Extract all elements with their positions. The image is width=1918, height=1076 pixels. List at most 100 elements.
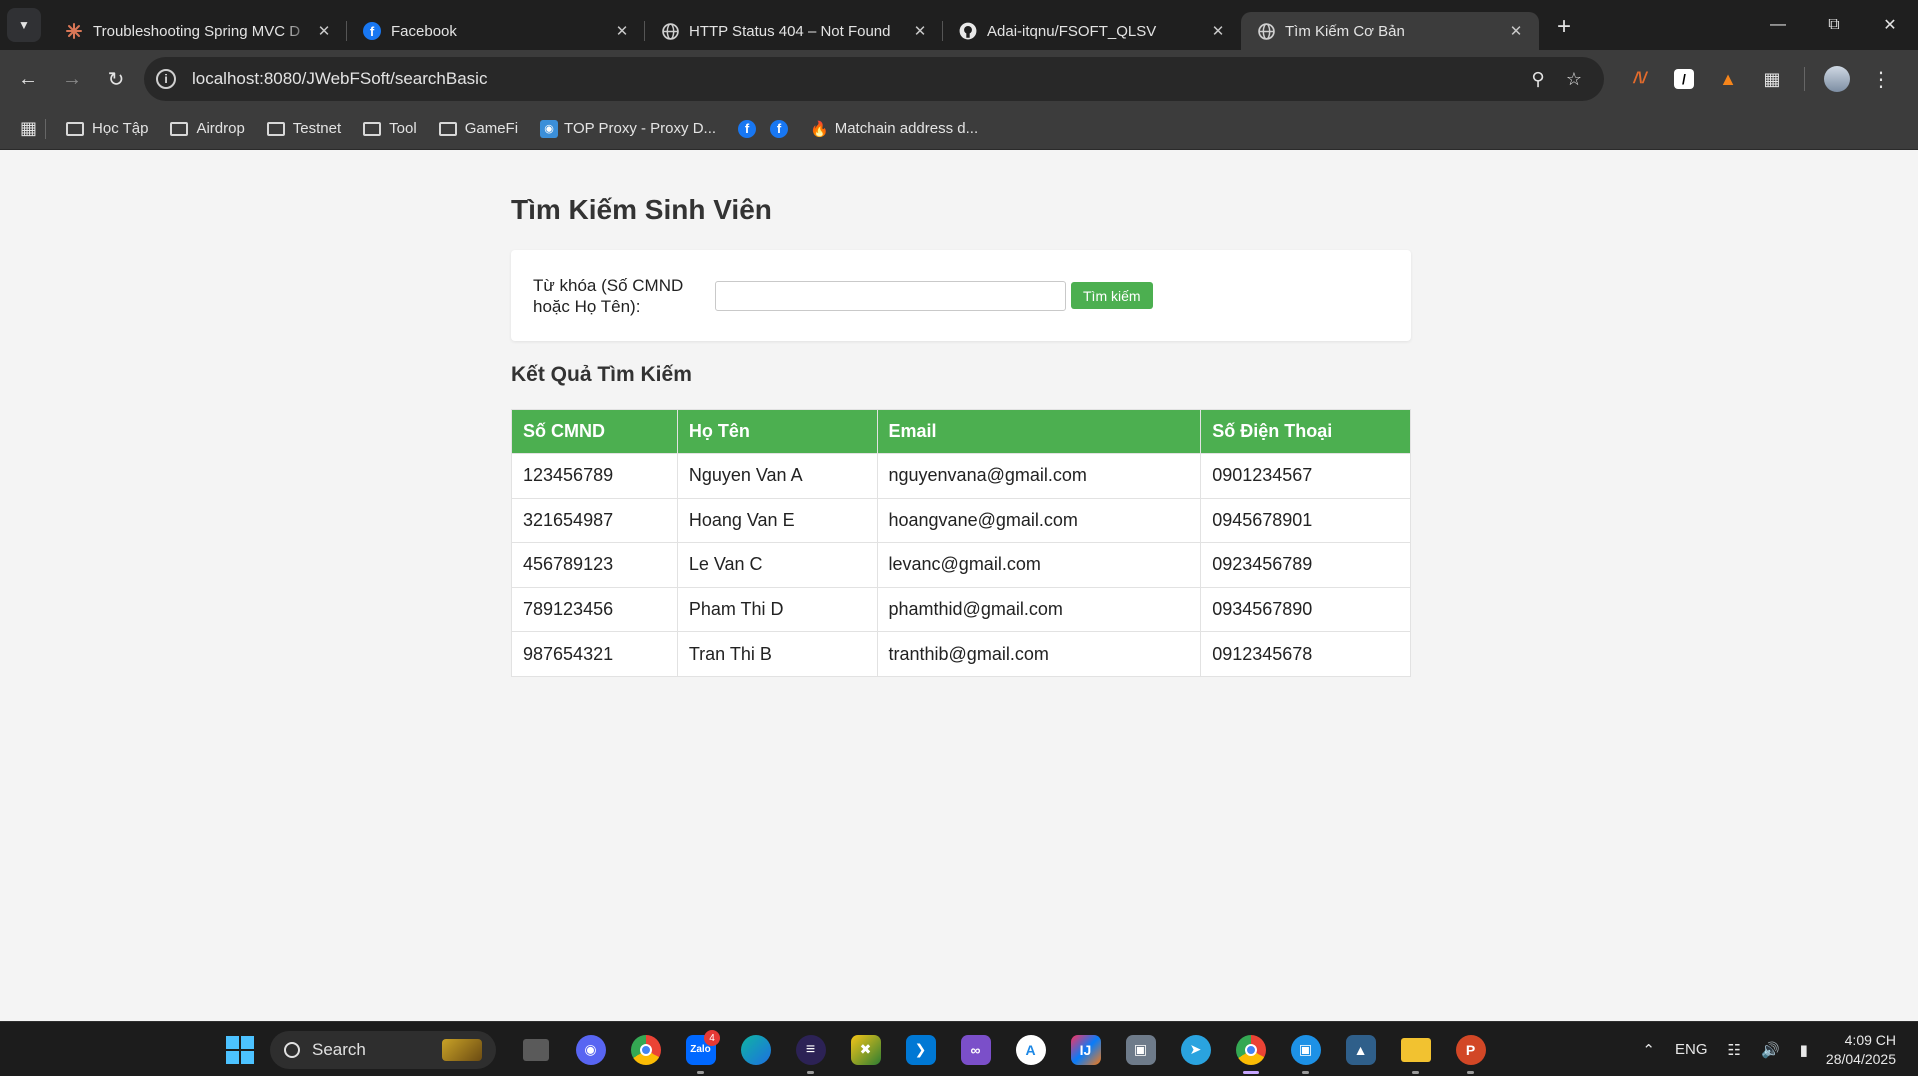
name-cell: Pham Thi D xyxy=(676,586,878,633)
zalo-icon[interactable]: Zalo 4 xyxy=(673,1022,728,1076)
windows-start-icon[interactable] xyxy=(226,1035,254,1064)
bookmark-facebook[interactable]: f xyxy=(770,119,789,138)
bookmark-label: Học Tập xyxy=(92,120,149,137)
tool-icon[interactable]: ✖ xyxy=(838,1022,893,1076)
tab-title: Tìm Kiếm Cơ Bản xyxy=(1285,22,1405,40)
clock-date: 28/04/2025 xyxy=(1825,1050,1896,1067)
bookmark-folder[interactable]: Testnet xyxy=(266,120,342,137)
close-icon[interactable]: ✕ xyxy=(1209,22,1227,40)
address-bar[interactable]: i localhost:8080/JWebFSoft/searchBasic ⚲… xyxy=(144,57,1604,101)
search-form: Từ khóa (Số CMND hoặc Họ Tên): Tìm kiếm xyxy=(511,250,1411,341)
windows-app-icon[interactable]: ▣ xyxy=(1113,1022,1168,1076)
page-title: Tìm Kiếm Sinh Viên xyxy=(511,194,772,225)
url-text[interactable]: localhost:8080/JWebFSoft/searchBasic xyxy=(192,69,1520,89)
phone-cell: 0923456789 xyxy=(1200,542,1411,588)
close-icon[interactable]: ✕ xyxy=(613,22,631,40)
app-store-icon[interactable]: A xyxy=(1003,1022,1058,1076)
search-icon xyxy=(284,1041,300,1058)
tab-troubleshooting[interactable]: Troubleshooting Spring MVC D ✕ xyxy=(49,12,347,50)
reload-icon[interactable]: ↻ xyxy=(94,57,138,101)
minimize-icon[interactable]: — xyxy=(1750,0,1806,50)
tab-title: Troubleshooting Spring MVC D xyxy=(93,22,301,40)
close-icon[interactable]: ✕ xyxy=(315,22,333,40)
bookmark-link[interactable]: ◉ TOP Proxy - Proxy D... xyxy=(540,119,716,138)
email-cell: hoangvane@gmail.com xyxy=(876,497,1202,544)
extension-icon[interactable]: / xyxy=(1662,69,1706,89)
apps-grid-icon[interactable]: ▦ xyxy=(20,118,37,139)
tab-facebook[interactable]: f Facebook ✕ xyxy=(347,12,645,50)
cmnd-cell: 456789123 xyxy=(511,542,678,588)
new-tab-button[interactable]: + xyxy=(1557,13,1571,41)
back-icon[interactable]: ← xyxy=(6,57,50,101)
profile-avatar[interactable] xyxy=(1815,66,1859,92)
site-info-icon[interactable]: i xyxy=(156,69,176,89)
bookmark-facebook[interactable]: f xyxy=(738,119,757,138)
docker-icon[interactable]: ▣ xyxy=(1278,1022,1333,1076)
menu-icon[interactable]: ⋮ xyxy=(1859,67,1903,92)
battery-icon[interactable]: ▮ xyxy=(1800,1041,1808,1059)
discord-icon[interactable]: ◉ xyxy=(563,1022,618,1076)
search-highlight-image xyxy=(442,1038,482,1061)
bookmark-link[interactable]: 🔥 Matchain address d... xyxy=(810,120,978,138)
name-cell: Hoang Van E xyxy=(676,497,878,544)
star-icon[interactable]: ☆ xyxy=(1556,69,1592,90)
metamask-icon[interactable]: ▲ xyxy=(1706,69,1750,90)
bookmark-folder[interactable]: Airdrop xyxy=(170,120,245,137)
results-table: Số CMND Họ Tên Email Số Điện Thoại 12345… xyxy=(511,409,1411,677)
tab-search-button[interactable]: ▼ xyxy=(7,8,41,42)
close-icon[interactable]: ✕ xyxy=(911,22,929,40)
bookmark-folder[interactable]: GameFi xyxy=(438,120,518,137)
eclipse-icon[interactable]: ≡ xyxy=(783,1022,838,1076)
task-view-icon[interactable] xyxy=(508,1022,563,1076)
column-header: Họ Tên xyxy=(676,409,878,454)
extensions-puzzle-icon[interactable]: ▦ xyxy=(1750,69,1794,90)
visual-studio-icon[interactable]: ∞ xyxy=(948,1022,1003,1076)
bookmark-folder[interactable]: Tool xyxy=(363,120,417,137)
email-cell: levanc@gmail.com xyxy=(876,542,1202,588)
column-header: Số Điện Thoại xyxy=(1200,409,1411,454)
intellij-icon[interactable]: IJ xyxy=(1058,1022,1113,1076)
bookmark-label: Tool xyxy=(389,120,417,137)
table-row: 789123456 Pham Thi D phamthid@gmail.com … xyxy=(511,586,1411,633)
edge-icon[interactable] xyxy=(728,1022,783,1076)
sql-developer-icon[interactable]: ▲ xyxy=(1333,1022,1388,1076)
cmnd-cell: 789123456 xyxy=(511,586,678,633)
browser-toolbar: ← → ↻ i localhost:8080/JWebFSoft/searchB… xyxy=(0,50,1918,108)
close-window-icon[interactable]: ✕ xyxy=(1862,0,1918,50)
chrome-profile-icon[interactable] xyxy=(1223,1022,1278,1076)
github-icon xyxy=(959,22,977,40)
forward-icon[interactable]: → xyxy=(50,57,94,101)
bookmark-label: Testnet xyxy=(292,120,342,137)
search-input[interactable] xyxy=(715,280,1066,311)
name-cell: Tran Thi B xyxy=(676,631,878,677)
search-container: Tìm Kiếm Sinh Viên Từ khóa (Số CMND hoặc… xyxy=(511,150,1411,677)
tab-http-404[interactable]: HTTP Status 404 – Not Found ✕ xyxy=(645,12,943,50)
tab-github[interactable]: Adai-itqnu/FSOFT_QLSV ✕ xyxy=(943,12,1241,50)
facebook-icon: f xyxy=(770,119,789,138)
clock[interactable]: 4:09 CH 28/04/2025 xyxy=(1826,1031,1896,1069)
volume-icon[interactable]: 🔊 xyxy=(1761,1041,1780,1059)
search-button[interactable]: Tìm kiếm xyxy=(1071,282,1153,309)
cmnd-cell: 987654321 xyxy=(511,631,678,677)
phone-cell: 0945678901 xyxy=(1200,497,1411,544)
file-explorer-icon[interactable] xyxy=(1388,1022,1443,1076)
wifi-icon[interactable]: ☷ xyxy=(1728,1041,1741,1059)
facebook-icon: f xyxy=(738,119,757,138)
results-title: Kết Quả Tìm Kiếm xyxy=(511,363,692,386)
chrome-icon[interactable] xyxy=(618,1022,673,1076)
tab-tim-kiem-co-ban[interactable]: Tìm Kiếm Cơ Bản ✕ xyxy=(1241,12,1539,50)
extension-icon[interactable]: /\/ xyxy=(1618,70,1662,88)
language-indicator[interactable]: ENG xyxy=(1675,1041,1708,1058)
powerpoint-icon[interactable]: P xyxy=(1443,1022,1498,1076)
chevron-up-icon[interactable]: ⌃ xyxy=(1642,1041,1655,1059)
notification-badge: 4 xyxy=(704,1030,720,1046)
close-icon[interactable]: ✕ xyxy=(1507,22,1525,40)
clock-time: 4:09 CH xyxy=(1844,1031,1896,1048)
taskbar-search[interactable]: Search xyxy=(270,1030,496,1069)
telegram-icon[interactable]: ➤ xyxy=(1168,1022,1223,1076)
vscode-icon[interactable]: ❯ xyxy=(893,1022,948,1076)
bookmark-folder[interactable]: Học Tập xyxy=(66,120,148,137)
zoom-icon[interactable]: ⚲ xyxy=(1520,69,1556,90)
restore-icon[interactable]: ⧉ xyxy=(1806,0,1862,50)
cmnd-cell: 123456789 xyxy=(511,453,678,499)
